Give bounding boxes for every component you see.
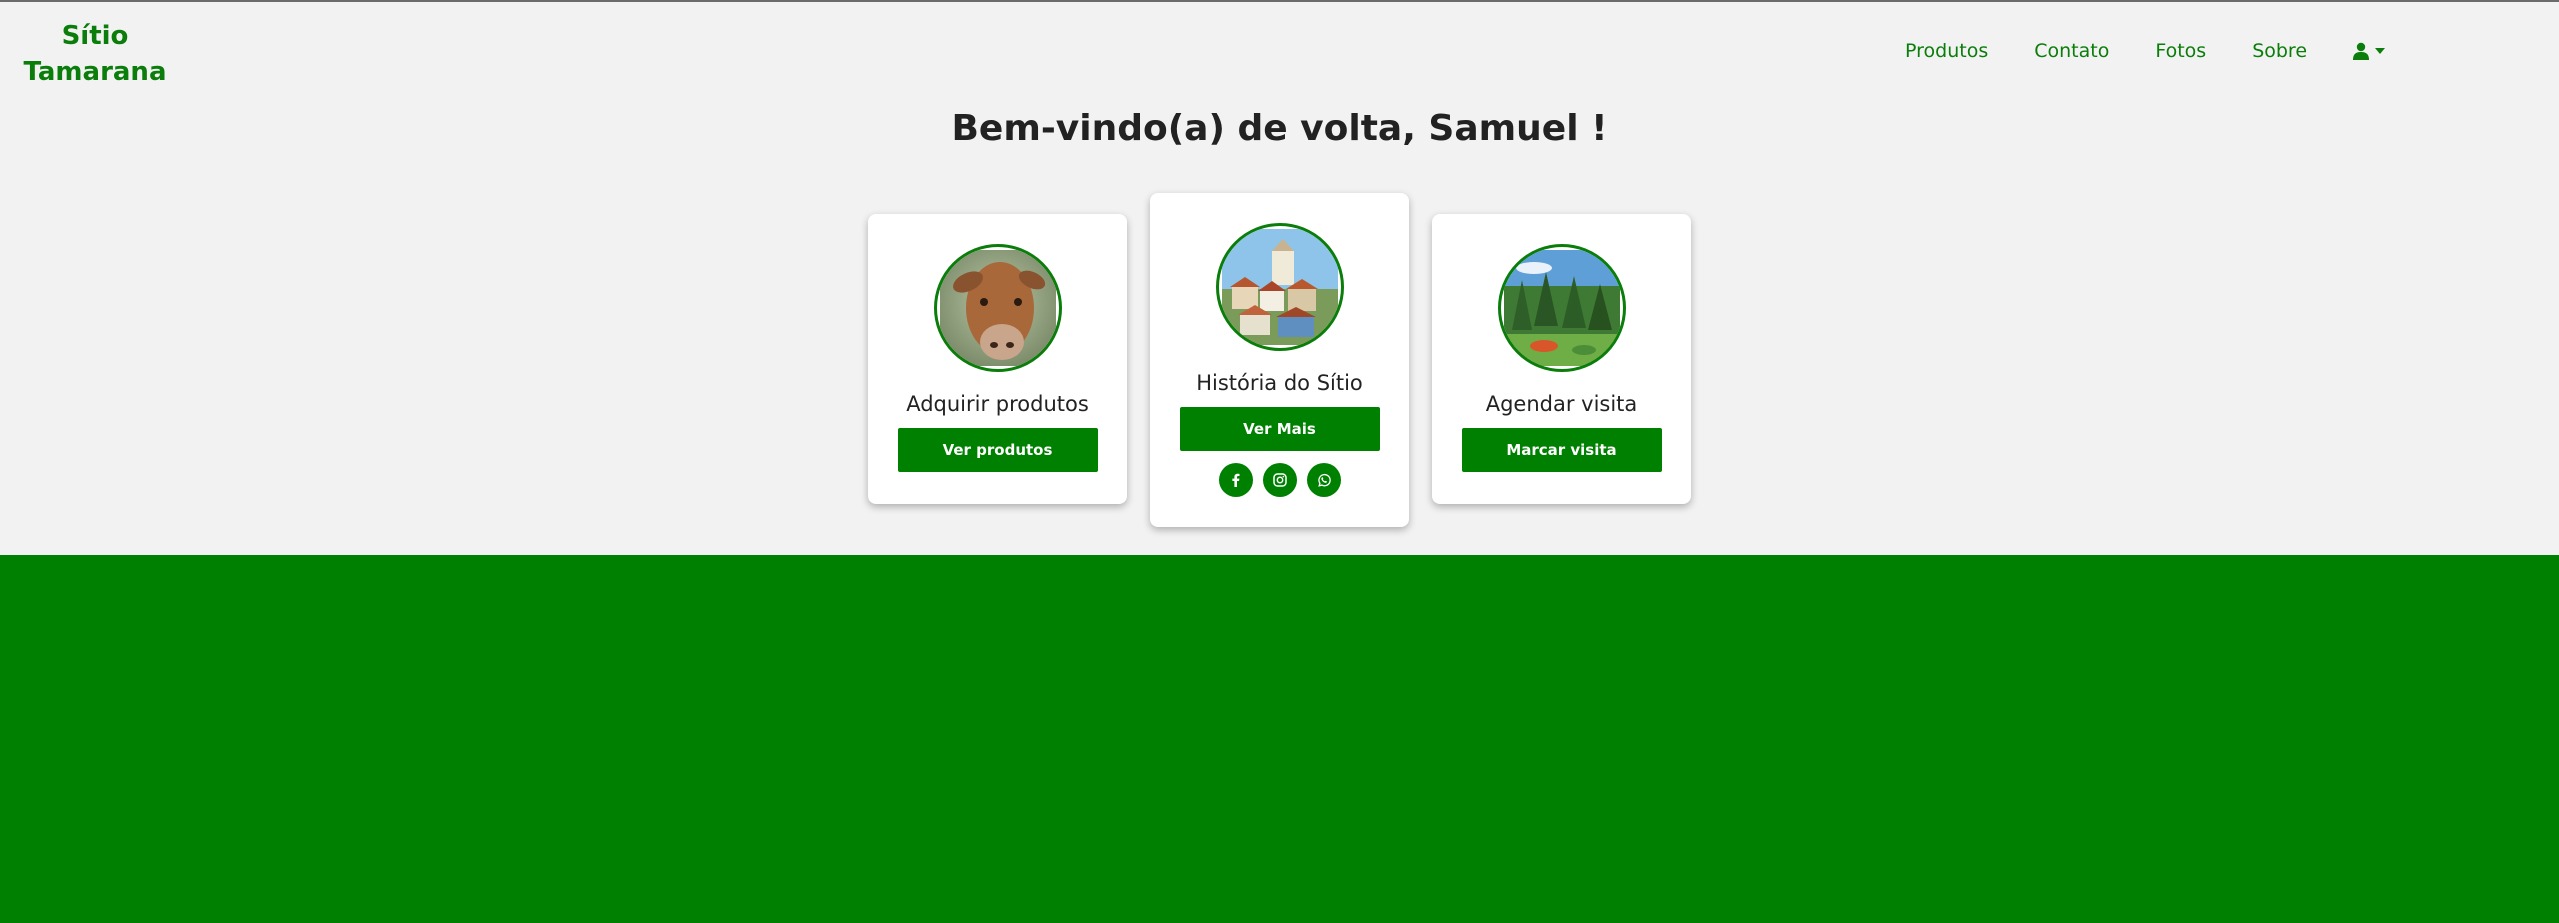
card-title: Adquirir produtos <box>906 392 1089 416</box>
ver-mais-button[interactable]: Ver Mais <box>1179 407 1380 451</box>
whatsapp-icon[interactable] <box>1306 463 1341 497</box>
marcar-visita-button[interactable]: Marcar visita <box>1461 428 1662 472</box>
card-agendar-visita: Agendar visita Marcar visita <box>1432 214 1691 504</box>
social-links <box>1150 463 1409 497</box>
main-nav: Produtos Contato Fotos Sobre <box>1905 40 2386 62</box>
card-title: História do Sítio <box>1196 371 1363 395</box>
brand-logo[interactable]: Sítio Tamarana <box>20 18 170 90</box>
green-footer <box>0 555 2559 923</box>
nav-item-produtos[interactable]: Produtos <box>1905 40 1988 62</box>
farm-photo <box>1497 244 1626 372</box>
user-menu-toggle[interactable] <box>2353 42 2386 60</box>
cow-photo <box>933 244 1062 372</box>
instagram-icon[interactable] <box>1262 463 1297 497</box>
card-adquirir-produtos: Adquirir produtos Ver produtos <box>868 214 1127 504</box>
facebook-icon[interactable] <box>1218 463 1253 497</box>
nav-item-sobre[interactable]: Sobre <box>2252 40 2307 62</box>
nav-item-contato[interactable]: Contato <box>2034 40 2109 62</box>
ver-produtos-button[interactable]: Ver produtos <box>897 428 1098 472</box>
caret-down-icon <box>2375 48 2386 54</box>
page-header: Sítio Tamarana Produtos Contato Fotos So… <box>0 2 2559 554</box>
user-icon <box>2353 42 2370 60</box>
nav-item-fotos[interactable]: Fotos <box>2155 40 2206 62</box>
town-photo <box>1215 223 1344 351</box>
card-title: Agendar visita <box>1485 392 1638 416</box>
card-historia-do-sitio: História do Sítio Ver Mais <box>1150 193 1409 527</box>
welcome-heading: Bem-vindo(a) de volta, Samuel ! <box>951 108 1608 149</box>
